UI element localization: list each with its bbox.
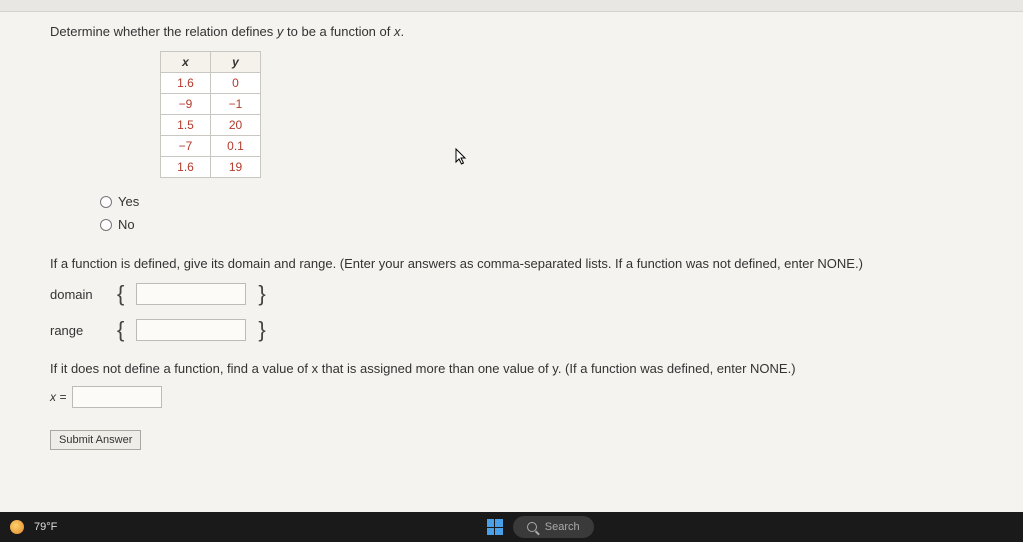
table-header-x: x: [161, 52, 211, 73]
radio-icon: [100, 219, 112, 231]
table-row: 1.60: [161, 73, 261, 94]
radio-yes[interactable]: Yes: [100, 194, 973, 209]
x-equals-label: x =: [50, 390, 66, 404]
radio-yes-label: Yes: [118, 194, 139, 209]
taskbar: 79°F Search: [0, 512, 1023, 542]
range-label: range: [50, 323, 105, 338]
domain-range-intro: If a function is defined, give its domai…: [50, 256, 973, 271]
table-row: 1.619: [161, 157, 261, 178]
submit-button[interactable]: Submit Answer: [50, 430, 141, 450]
taskbar-temp: 79°F: [34, 521, 57, 533]
domain-input[interactable]: [136, 283, 246, 305]
radio-icon: [100, 196, 112, 208]
table-header-y: y: [211, 52, 261, 73]
start-icon[interactable]: [487, 519, 503, 535]
domain-label: domain: [50, 287, 105, 302]
table-row: −9−1: [161, 94, 261, 115]
radio-no[interactable]: No: [100, 217, 973, 232]
question-prompt: Determine whether the relation defines y…: [50, 24, 973, 39]
taskbar-search[interactable]: Search: [513, 516, 594, 538]
relation-table: x y 1.60 −9−1 1.520 −70.1 1.619: [160, 51, 261, 178]
table-row: 1.520: [161, 115, 261, 136]
taskbar-search-label: Search: [545, 521, 580, 533]
x-value-input[interactable]: [72, 386, 162, 408]
radio-no-label: No: [118, 217, 135, 232]
search-icon: [527, 522, 537, 532]
not-function-intro: If it does not define a function, find a…: [50, 361, 973, 376]
weather-icon: [10, 520, 24, 534]
table-row: −70.1: [161, 136, 261, 157]
range-input[interactable]: [136, 319, 246, 341]
